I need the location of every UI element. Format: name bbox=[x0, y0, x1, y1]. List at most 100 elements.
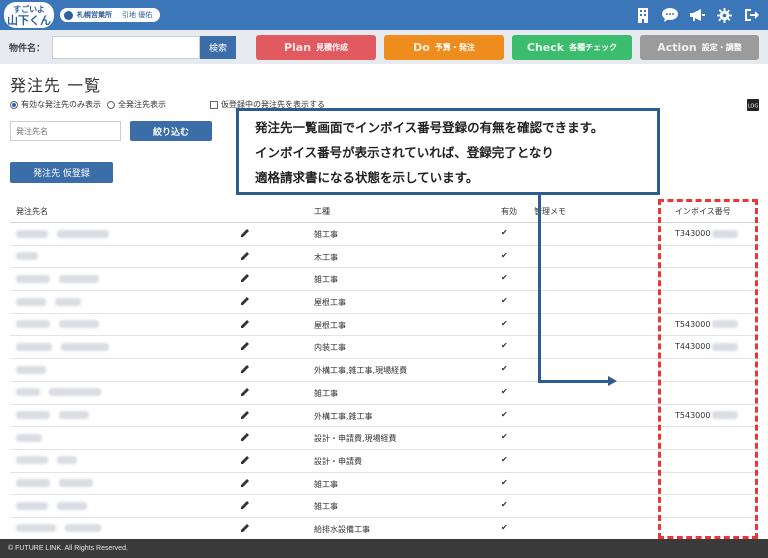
pencil-icon[interactable] bbox=[240, 319, 250, 329]
valid-check-icon: ✔ bbox=[501, 318, 508, 328]
supplier-name-redacted bbox=[16, 297, 81, 306]
table-row[interactable]: 屋根工事 ✔ T543000 bbox=[10, 314, 760, 337]
phase-check-button[interactable]: Check 各種チェック bbox=[512, 35, 632, 60]
user-icon bbox=[64, 10, 73, 20]
valid-check-icon: ✔ bbox=[501, 228, 508, 237]
supplier-name-redacted bbox=[16, 433, 42, 442]
pencil-icon[interactable] bbox=[240, 455, 250, 465]
provisional-checkbox[interactable] bbox=[210, 100, 218, 109]
supplier-name-redacted bbox=[16, 456, 77, 465]
radio-active-only[interactable] bbox=[10, 100, 18, 109]
megaphone-icon[interactable] bbox=[688, 6, 706, 24]
table-row[interactable]: 外構工事,雑工事,現場経費 ✔ bbox=[10, 359, 760, 382]
trade-cell: 屋根工事 bbox=[314, 320, 346, 330]
trade-cell: 設計・申請費 bbox=[314, 456, 362, 466]
trade-cell: 雑工事 bbox=[314, 230, 338, 239]
building-icon[interactable] bbox=[634, 6, 652, 24]
property-search-input[interactable] bbox=[52, 36, 200, 59]
radio-all[interactable] bbox=[107, 100, 115, 109]
trade-cell: 外構工事,雑工事,現場経費 bbox=[314, 366, 408, 376]
page-title: 発注先 一覧 bbox=[10, 76, 102, 95]
table-row[interactable]: 木工事 ✔ bbox=[10, 246, 760, 269]
callout-arrow bbox=[538, 195, 541, 383]
logo-line-2: 山下くん bbox=[7, 14, 51, 27]
pencil-icon[interactable] bbox=[240, 500, 250, 510]
phase-action-jp: 設定・調整 bbox=[701, 43, 742, 52]
trade-cell: 雑工事 bbox=[314, 275, 338, 285]
table-row[interactable]: 設計・申請費,現場経費 ✔ bbox=[10, 427, 760, 450]
pencil-icon[interactable] bbox=[240, 341, 250, 351]
phase-do-button[interactable]: Do 予算・発注 bbox=[384, 35, 504, 60]
valid-check-icon: ✔ bbox=[501, 273, 508, 283]
valid-check-icon: ✔ bbox=[501, 341, 508, 351]
trade-cell: 雑工事 bbox=[314, 502, 338, 512]
phase-plan-en: Plan bbox=[283, 41, 312, 54]
gear-icon[interactable] bbox=[715, 6, 733, 24]
trade-cell: 屋根工事 bbox=[314, 298, 346, 308]
table-row[interactable]: 雑工事 ✔ T343000 bbox=[10, 223, 760, 246]
valid-check-icon: ✔ bbox=[501, 522, 508, 532]
radio-all-label: 全発注先表示 bbox=[118, 100, 166, 109]
table-header: 発注先名 工種 有効 管理メモ インボイス番号 bbox=[10, 199, 760, 223]
filter-button[interactable]: 絞り込む bbox=[130, 121, 212, 141]
log-icon-label: LOG bbox=[748, 104, 759, 110]
pencil-icon[interactable] bbox=[240, 410, 250, 420]
supplier-name-redacted bbox=[16, 320, 99, 329]
table-row[interactable]: 内装工事 ✔ T443000 bbox=[10, 336, 760, 360]
table-row[interactable]: 雑工事 ✔ bbox=[10, 473, 760, 496]
callout-line-3: 適格請求書になる状態を示しています。 bbox=[255, 170, 479, 185]
pencil-icon[interactable] bbox=[240, 432, 250, 442]
phase-action-button[interactable]: Action 設定・調整 bbox=[640, 35, 759, 60]
supplier-name-redacted bbox=[16, 342, 109, 351]
phase-plan-button[interactable]: Plan 見積作成 bbox=[256, 35, 376, 60]
pencil-icon[interactable] bbox=[240, 364, 250, 374]
supplier-table: 発注先名 工種 有効 管理メモ インボイス番号 雑工事 ✔ T343000 木工事 ✔ … bbox=[10, 199, 760, 541]
supplier-name-redacted bbox=[16, 524, 101, 533]
col-header-name: 発注先名 bbox=[16, 207, 48, 216]
trade-cell: 内装工事 bbox=[314, 343, 346, 353]
table-body: 雑工事 ✔ T343000 木工事 ✔ 雑工事 ✔ 屋根工事 ✔ 屋根工事 ✔ T543000 … bbox=[10, 223, 760, 541]
supplier-name-redacted bbox=[16, 365, 46, 374]
office-name: 札幌営業所 bbox=[77, 11, 112, 19]
logout-icon[interactable] bbox=[742, 6, 760, 24]
top-bar: すごいよ 山下くん 札幌営業所 引地 優佑 bbox=[0, 0, 768, 30]
pencil-icon[interactable] bbox=[240, 228, 250, 238]
display-filter-radios: 有効な発注先のみ表示 全発注先表示 bbox=[10, 99, 166, 110]
chat-icon[interactable] bbox=[661, 6, 679, 24]
callout-line-1: 発注先一覧画面でインボイス番号登録の有無を確認できます。 bbox=[255, 120, 604, 135]
supplier-name-redacted bbox=[16, 274, 99, 283]
valid-check-icon: ✔ bbox=[501, 364, 508, 374]
valid-check-icon: ✔ bbox=[501, 500, 508, 510]
col-header-trade: 工種 bbox=[314, 207, 330, 216]
log-icon[interactable]: LOG bbox=[746, 98, 760, 112]
table-row[interactable]: 屋根工事 ✔ bbox=[10, 291, 760, 314]
col-header-valid: 有効 bbox=[501, 207, 517, 216]
valid-check-icon: ✔ bbox=[501, 386, 508, 396]
callout-line-2: インボイス番号が表示されていれば、登録完了となり bbox=[255, 145, 554, 160]
pencil-icon[interactable] bbox=[240, 251, 250, 261]
table-row[interactable]: 雑工事 ✔ bbox=[10, 268, 760, 292]
user-name: 引地 優佑 bbox=[122, 11, 153, 19]
app-logo[interactable]: すごいよ 山下くん bbox=[4, 2, 54, 28]
callout-arrow-head bbox=[608, 376, 617, 386]
supplier-name-redacted bbox=[16, 229, 109, 238]
table-row[interactable]: 雑工事 ✔ bbox=[10, 495, 760, 518]
table-row[interactable]: 雑工事 ✔ bbox=[10, 382, 760, 405]
trade-cell: 設計・申請費,現場経費 bbox=[314, 434, 397, 444]
property-search-label: 物件名： bbox=[9, 44, 46, 54]
search-bar: 物件名： 検索 Plan 見積作成 Do 予算・発注 Check 各種チェック … bbox=[0, 30, 768, 64]
pencil-icon[interactable] bbox=[240, 478, 250, 488]
table-row[interactable]: 外構工事,雑工事 ✔ T543000 bbox=[10, 405, 760, 428]
pencil-icon[interactable] bbox=[240, 387, 250, 397]
phase-check-jp: 各種チェック bbox=[569, 43, 618, 52]
provisional-register-button[interactable]: 発注先 仮登録 bbox=[10, 162, 113, 183]
table-row[interactable]: 給排水設備工事 ✔ bbox=[10, 518, 760, 541]
pencil-icon[interactable] bbox=[240, 523, 250, 533]
table-row[interactable]: 設計・申請費 ✔ bbox=[10, 450, 760, 473]
search-button[interactable]: 検索 bbox=[200, 36, 236, 59]
user-badge[interactable]: 札幌営業所 引地 優佑 bbox=[60, 8, 161, 22]
pencil-icon[interactable] bbox=[240, 273, 250, 283]
pencil-icon[interactable] bbox=[240, 296, 250, 306]
supplier-name-filter-input[interactable] bbox=[10, 121, 121, 141]
invoice-column-highlight bbox=[658, 199, 758, 539]
